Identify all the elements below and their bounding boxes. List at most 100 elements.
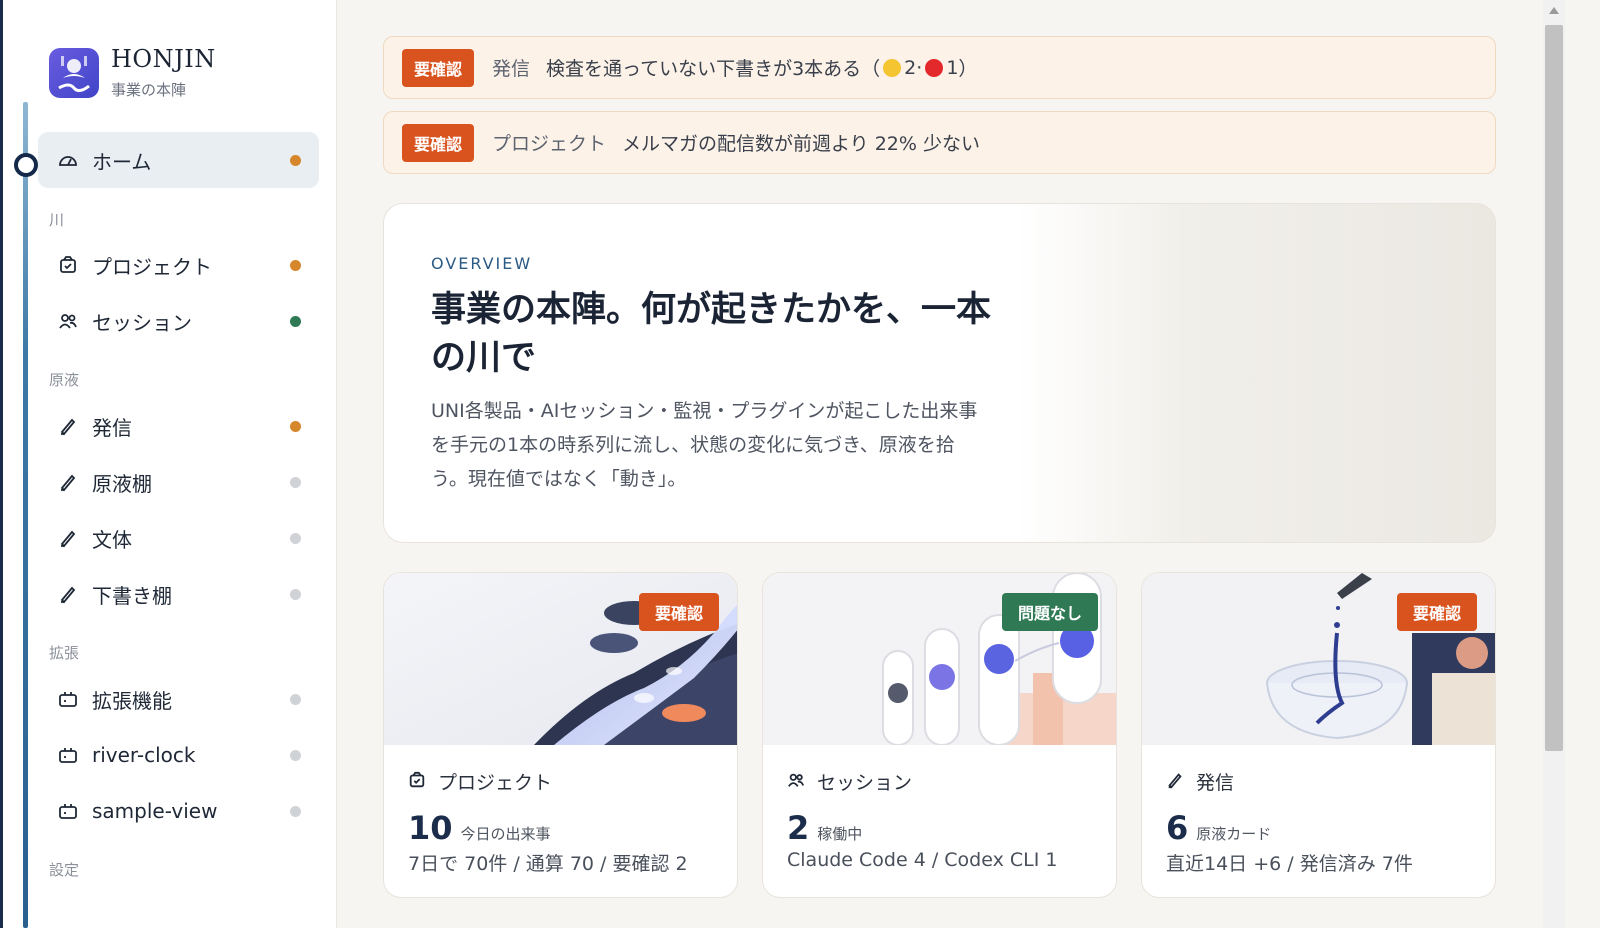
card-number: 2 — [787, 809, 810, 847]
sidebar-item-home[interactable]: ホーム — [38, 132, 319, 188]
alert-badge: 要確認 — [402, 48, 475, 87]
brand-name: HONJIN — [111, 45, 216, 73]
sidebar-item-posting[interactable]: 発信 — [38, 398, 319, 454]
summary-card-projects[interactable]: 要確認 プロジェクト 10 今日の出来事 7日で 70件 / 通算 70 / 要… — [383, 572, 738, 898]
overview-hero: OVERVIEW 事業の本陣。何が起きたかを、一本の川で UNI各製品・AIセッ… — [383, 203, 1496, 543]
status-dot — [290, 155, 301, 166]
card-title: セッション — [817, 772, 913, 794]
section-label-settings: 設定 — [49, 861, 80, 879]
sidebar-item-projects[interactable]: プロジェクト — [38, 237, 319, 293]
alert-category: 発信 — [492, 58, 531, 80]
card-title: プロジェクト — [438, 772, 553, 794]
project-icon — [57, 254, 79, 276]
card-header: セッション — [787, 768, 912, 795]
alert-banner-project[interactable]: 要確認 プロジェクト メルマガの配信数が前週より 22% 少ない — [383, 111, 1496, 174]
sidebar-item-river-clock[interactable]: river-clock — [38, 727, 319, 783]
status-dot — [290, 316, 301, 327]
card-subtext: 7日で 70件 / 通算 70 / 要確認 2 — [408, 853, 688, 875]
sidebar-item-label: river-clock — [92, 743, 196, 767]
summary-card-posting[interactable]: 要確認 発信 6 原液カード 直近14日 +6 / 発信済み 7件 — [1141, 572, 1496, 898]
sidebar-item-style[interactable]: 文体 — [38, 510, 319, 566]
brand-subtitle: 事業の本陣 — [111, 81, 187, 99]
project-icon — [408, 771, 426, 793]
card-number: 6 — [1166, 809, 1189, 847]
sidebar-item-drafts[interactable]: 下書き棚 — [38, 566, 319, 622]
scroll-up-arrow-icon[interactable] — [1549, 7, 1559, 14]
sidebar-item-label: 拡張機能 — [92, 688, 172, 713]
pen-icon — [57, 583, 79, 605]
summary-card-sessions[interactable]: 問題なし セッション 2 稼働中 Claude Code 4 / Codex C… — [762, 572, 1117, 898]
card-title: 発信 — [1196, 772, 1235, 794]
sidebar: HONJIN 事業の本陣 ホーム 川 プロジェクト セッション 原液 発信 原液… — [0, 0, 337, 928]
pen-icon — [1166, 771, 1184, 793]
sidebar-item-sample-view[interactable]: sample-view — [38, 783, 319, 839]
plugin-icon — [57, 688, 79, 710]
page-scrollbar[interactable] — [1543, 0, 1565, 928]
status-dot — [290, 589, 301, 600]
card-metric: 2 稼働中 — [787, 809, 862, 847]
pen-icon — [57, 527, 79, 549]
alert-text-after: ） — [958, 58, 978, 80]
scroll-thumb[interactable] — [1545, 25, 1563, 751]
status-dot — [290, 694, 301, 705]
card-unit: 今日の出来事 — [460, 825, 551, 843]
status-dot — [290, 260, 301, 271]
card-metric: 10 今日の出来事 — [408, 809, 551, 847]
logo-icon — [49, 47, 99, 98]
users-icon — [57, 310, 79, 332]
status-dot — [290, 806, 301, 817]
red-dot-icon — [925, 58, 944, 77]
sidebar-item-label: 文体 — [92, 527, 132, 552]
status-badge: 問題なし — [1001, 593, 1098, 631]
card-metric: 6 原液カード — [1166, 809, 1271, 847]
alert-category: プロジェクト — [492, 133, 607, 155]
card-unit: 稼働中 — [817, 825, 863, 843]
users-icon — [787, 771, 805, 793]
sidebar-item-label: セッション — [92, 310, 192, 335]
status-dot — [290, 477, 301, 488]
pen-icon — [57, 415, 79, 437]
section-label-stock: 原液 — [49, 371, 80, 389]
status-badge: 要確認 — [1396, 593, 1477, 631]
sidebar-item-sessions[interactable]: セッション — [38, 293, 319, 349]
sidebar-item-stock-shelf[interactable]: 原液棚 — [38, 454, 319, 510]
status-dot — [290, 750, 301, 761]
yellow-dot-icon — [883, 58, 902, 77]
brand[interactable]: HONJIN 事業の本陣 — [49, 45, 216, 100]
hero-kicker: OVERVIEW — [431, 254, 533, 273]
alert-yellow-count: 2 — [904, 56, 917, 79]
card-unit: 原液カード — [1196, 825, 1272, 843]
timeline-rail — [23, 102, 28, 928]
hero-description: UNI各製品・AIセッション・監視・プラグインが起こした出来事を手元の1本の時系… — [431, 400, 978, 490]
alert-separator: · — [916, 56, 923, 79]
card-subtext: 直近14日 +6 / 発信済み 7件 — [1166, 853, 1413, 875]
alert-text: 検査を通っていない下書きが3本ある（ 2 · 1 ） — [546, 54, 977, 81]
dashboard-icon — [57, 149, 79, 171]
hero-title: 事業の本陣。何が起きたかを、一本の川で — [431, 289, 992, 378]
plugin-icon — [57, 800, 79, 822]
timeline-node — [14, 153, 38, 177]
status-dot — [290, 533, 301, 544]
card-header: 発信 — [1166, 768, 1234, 795]
alert-text: メルマガの配信数が前週より 22% 少ない — [622, 133, 980, 155]
alert-banner-posting[interactable]: 要確認 発信 検査を通っていない下書きが3本ある（ 2 · 1 ） — [383, 36, 1496, 99]
sidebar-item-label: プロジェクト — [92, 254, 212, 279]
alert-red-count: 1 — [946, 56, 959, 79]
section-label-extensions: 拡張 — [49, 644, 80, 662]
sidebar-item-label: ホーム — [92, 149, 152, 174]
status-dot — [290, 421, 301, 432]
card-subtext: Claude Code 4 / Codex CLI 1 — [787, 849, 1058, 871]
pen-icon — [57, 471, 79, 493]
card-header: プロジェクト — [408, 768, 552, 795]
alert-badge: 要確認 — [402, 123, 475, 162]
status-badge: 要確認 — [638, 593, 719, 631]
card-number: 10 — [408, 809, 453, 847]
plugin-icon — [57, 744, 79, 766]
sidebar-item-label: 発信 — [92, 415, 132, 440]
alert-text-before: 検査を通っていない下書きが3本ある（ — [546, 58, 881, 80]
sidebar-item-label: 下書き棚 — [92, 583, 172, 608]
sidebar-item-label: 原液棚 — [92, 471, 152, 496]
sidebar-item-label: sample-view — [92, 799, 218, 823]
sidebar-item-extensions[interactable]: 拡張機能 — [38, 671, 319, 727]
section-label-river: 川 — [49, 211, 65, 229]
